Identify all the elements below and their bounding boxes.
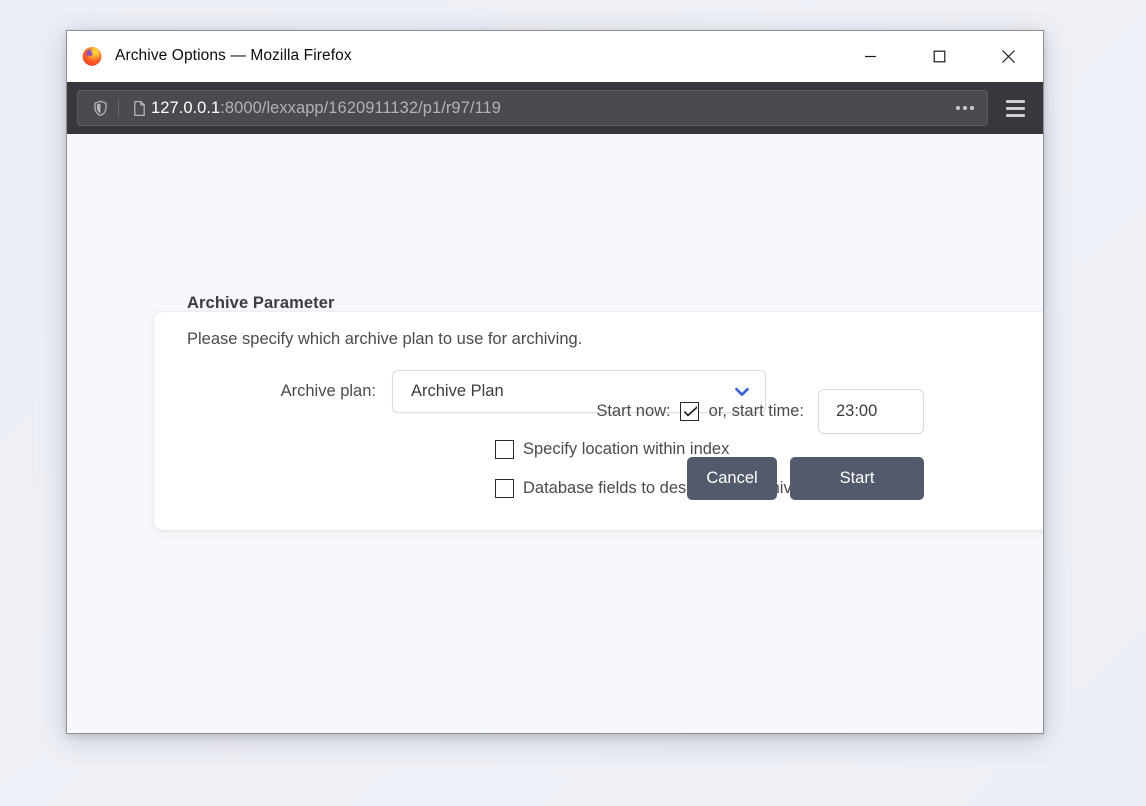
maximize-button[interactable] xyxy=(905,31,974,81)
url-path: :8000/lexxapp/1620911132/p1/r97/119 xyxy=(220,98,501,117)
browser-window: Archive Options — Mozilla Firefox 127.0.… xyxy=(66,30,1044,734)
or-start-time-label: or, start time: xyxy=(708,402,804,420)
start-button[interactable]: Start xyxy=(790,457,924,500)
page-content: Archive Parameter Please specify which a… xyxy=(67,134,1043,733)
archive-plan-label: Archive plan: xyxy=(280,382,376,400)
url-bar[interactable]: 127.0.0.1:8000/lexxapp/1620911132/p1/r97… xyxy=(77,90,988,126)
close-icon xyxy=(1000,48,1017,65)
page-document-icon[interactable] xyxy=(127,96,151,120)
maximize-icon xyxy=(932,49,947,64)
window-title: Archive Options — Mozilla Firefox xyxy=(115,47,352,64)
cancel-button[interactable]: Cancel xyxy=(687,457,777,500)
minimize-button[interactable] xyxy=(836,31,905,81)
minimize-icon xyxy=(863,49,878,64)
hamburger-menu-icon[interactable] xyxy=(994,89,1036,127)
url-host: 127.0.0.1 xyxy=(151,98,221,117)
checkbox-specify-location[interactable] xyxy=(495,440,514,459)
titlebar-left: Archive Options — Mozilla Firefox xyxy=(67,45,836,67)
ellipsis-icon[interactable] xyxy=(949,94,981,122)
card-description: Please specify which archive plan to use… xyxy=(187,330,583,348)
close-button[interactable] xyxy=(974,31,1043,81)
window-controls xyxy=(836,31,1043,81)
start-now-label: Start now: xyxy=(596,402,671,420)
url-text[interactable]: 127.0.0.1:8000/lexxapp/1620911132/p1/r97… xyxy=(151,99,949,118)
firefox-logo-icon xyxy=(81,45,103,67)
checkbox-start-now[interactable] xyxy=(679,402,699,421)
browser-navigation-bar: 127.0.0.1:8000/lexxapp/1620911132/p1/r97… xyxy=(67,82,1043,134)
desktop-background: Archive Options — Mozilla Firefox 127.0.… xyxy=(0,0,1146,806)
urlbar-divider xyxy=(118,99,119,117)
window-titlebar: Archive Options — Mozilla Firefox xyxy=(67,31,1043,82)
schedule-row: Start now: or, start time: 23:00 xyxy=(596,389,924,434)
start-time-input[interactable]: 23:00 xyxy=(818,389,924,434)
checkbox-database-fields[interactable] xyxy=(495,479,514,498)
shield-icon[interactable] xyxy=(88,96,112,120)
page-title: Archive Parameter xyxy=(187,294,335,312)
dialog-buttons: Cancel Start xyxy=(687,457,924,500)
